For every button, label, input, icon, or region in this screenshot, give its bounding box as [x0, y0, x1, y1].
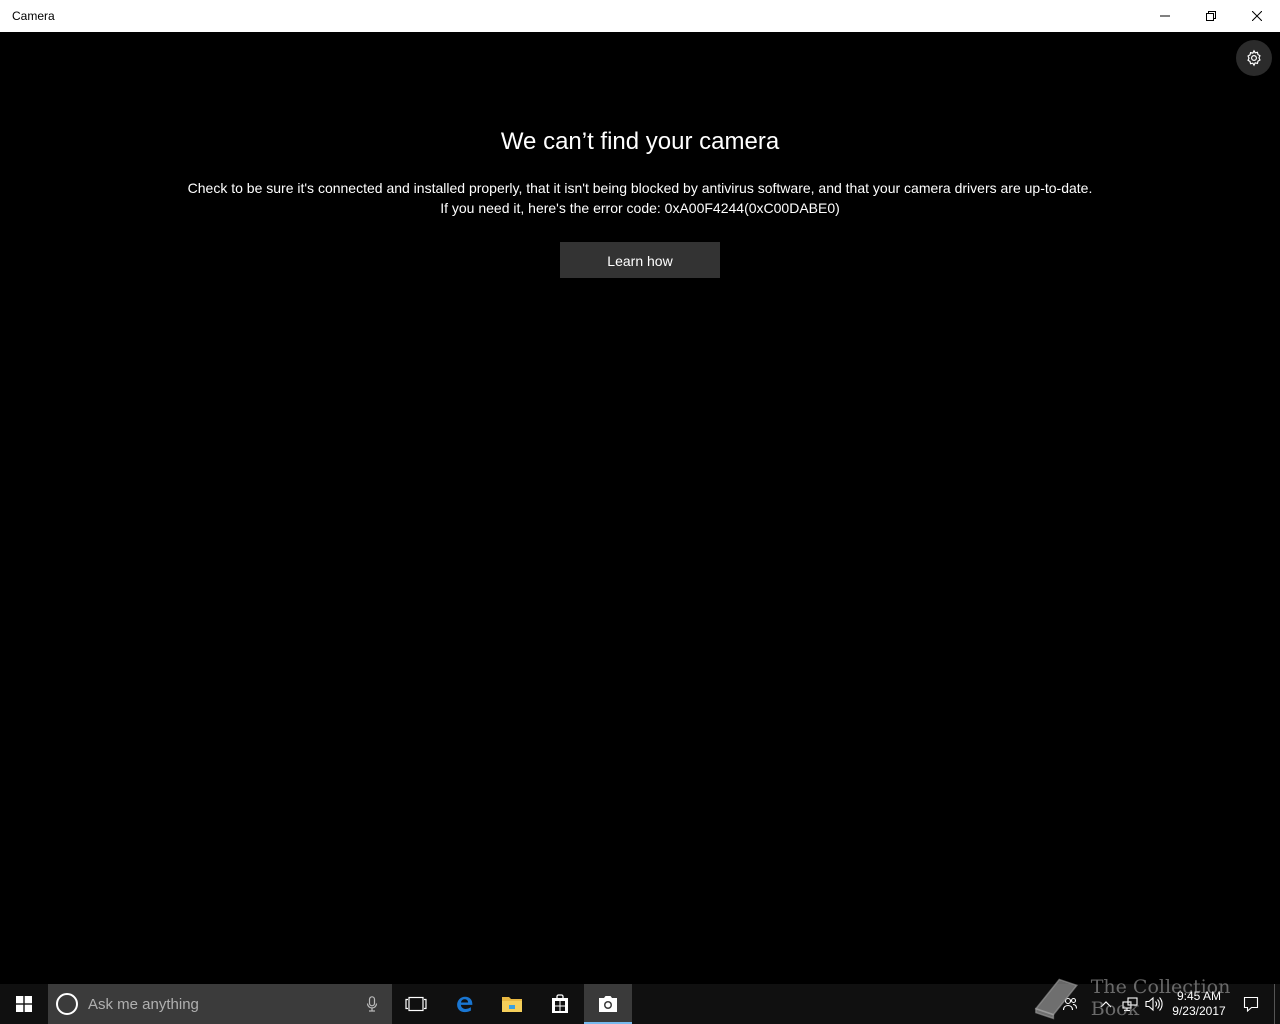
volume-button[interactable]	[1142, 984, 1166, 1024]
microphone-button[interactable]	[352, 996, 392, 1012]
cortana-icon	[56, 993, 78, 1015]
window-title: Camera	[12, 9, 55, 23]
task-view-button[interactable]	[392, 984, 440, 1024]
store-button[interactable]	[536, 984, 584, 1024]
people-icon	[1062, 997, 1078, 1011]
minimize-button[interactable]	[1142, 0, 1188, 32]
file-explorer-icon	[502, 997, 522, 1012]
notifications-icon	[1243, 996, 1259, 1012]
system-tray: 9:45 AM 9/23/2017	[1058, 984, 1280, 1024]
error-message: We can’t find your camera Check to be su…	[0, 126, 1280, 278]
task-view-icon	[405, 996, 427, 1012]
gear-icon	[1247, 49, 1261, 67]
error-heading: We can’t find your camera	[500, 128, 780, 155]
restore-button[interactable]	[1188, 0, 1234, 32]
search-placeholder: Ask me anything	[88, 995, 199, 1013]
store-icon	[552, 994, 568, 1013]
error-code: If you need it, here's the error code: 0…	[440, 200, 840, 216]
clock-time: 9:45 AM	[1176, 989, 1222, 1003]
taskbar-clock[interactable]: 9:45 AM 9/23/2017	[1166, 989, 1232, 1019]
window-controls	[1142, 0, 1280, 32]
close-button[interactable]	[1234, 0, 1280, 32]
minimize-icon	[1160, 15, 1170, 17]
clock-date: 9/23/2017	[1172, 1004, 1226, 1018]
learn-how-button[interactable]: Learn how	[560, 242, 720, 278]
microphone-icon	[366, 996, 378, 1012]
start-button[interactable]	[0, 984, 48, 1024]
camera-app-content: We can’t find your camera Check to be su…	[0, 32, 1280, 984]
show-desktop-button[interactable]	[1274, 984, 1280, 1024]
restore-icon	[1206, 11, 1216, 21]
settings-button[interactable]	[1236, 40, 1272, 76]
speaker-icon	[1145, 996, 1163, 1012]
people-button[interactable]	[1058, 984, 1082, 1024]
show-hidden-icons-button[interactable]	[1094, 984, 1118, 1024]
taskbar: Ask me anything 9:45 AM 9/23/2017	[0, 984, 1280, 1024]
camera-taskbar-button[interactable]	[584, 984, 632, 1024]
chevron-up-icon	[1100, 1001, 1112, 1008]
title-bar: Camera	[0, 0, 1280, 32]
windows-logo-icon	[16, 996, 32, 1012]
camera-icon	[599, 996, 617, 1012]
close-icon	[1252, 11, 1262, 21]
action-center-button[interactable]	[1232, 984, 1270, 1024]
edge-button[interactable]	[440, 984, 488, 1024]
search-box[interactable]: Ask me anything	[48, 984, 392, 1024]
edge-icon	[457, 996, 473, 1013]
network-icon	[1122, 997, 1138, 1012]
network-button[interactable]	[1118, 984, 1142, 1024]
error-description: Check to be sure it's connected and inst…	[187, 180, 1093, 196]
file-explorer-button[interactable]	[488, 984, 536, 1024]
